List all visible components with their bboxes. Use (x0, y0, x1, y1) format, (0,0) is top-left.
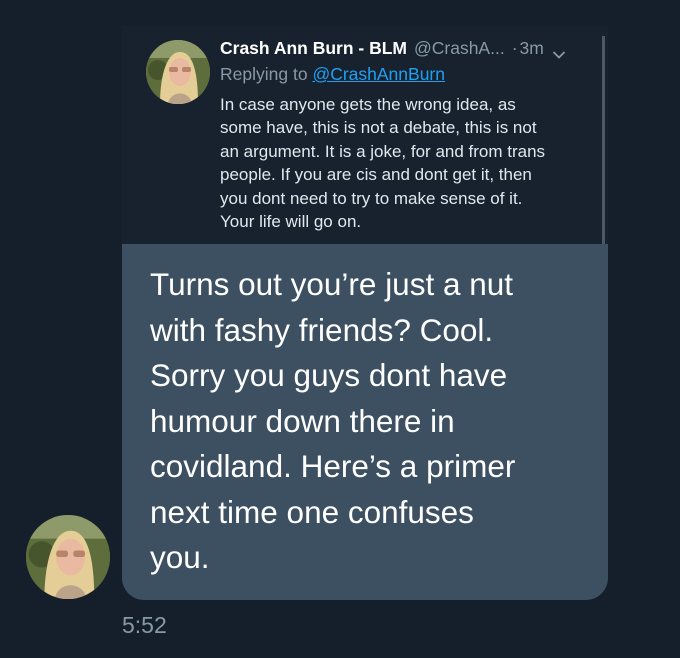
tweet-author-handle[interactable]: @CrashA... (414, 38, 505, 59)
tweet-header: Crash Ann Burn - BLM @CrashA... · 3m (220, 36, 566, 60)
message-text: Turns out you’re just a nut with fashy f… (150, 266, 516, 575)
profile-photo-icon (146, 40, 210, 104)
header-separator: · (511, 37, 518, 58)
sender-avatar[interactable] (26, 515, 110, 599)
message-timestamp: 5:52 (122, 612, 167, 638)
replying-to-line: Replying to @CrashAnnBurn (220, 64, 445, 85)
chevron-down-icon[interactable] (552, 44, 566, 59)
tweet-text: In case anyone gets the wrong idea, as s… (220, 95, 546, 232)
tweet-time[interactable]: 3m (520, 38, 544, 59)
thread-line (602, 36, 605, 248)
profile-photo-icon (26, 515, 110, 599)
tweet-author-avatar[interactable] (146, 40, 210, 104)
reply-handle-link[interactable]: @CrashAnnBurn (312, 64, 445, 84)
replying-to-label: Replying to (220, 64, 308, 84)
tweet-author-name[interactable]: Crash Ann Burn - BLM (220, 38, 407, 59)
